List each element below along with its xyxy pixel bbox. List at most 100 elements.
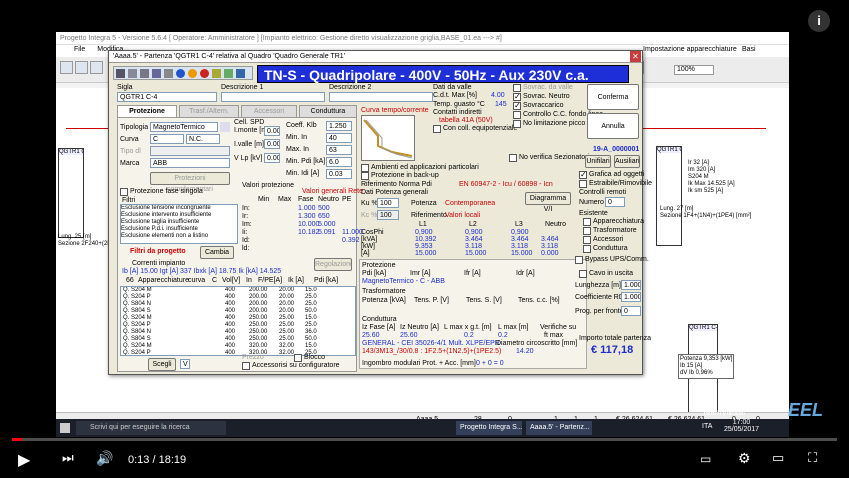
table-row[interactable]: Q. S804 N 400 200.00 20.00 25.0 — [121, 301, 355, 308]
stop-icon[interactable] — [200, 69, 209, 78]
new-icon[interactable] — [60, 61, 73, 74]
table-row[interactable]: Q. S804 S 400 200.00 20.00 50.0 — [121, 308, 355, 315]
help-icon[interactable] — [176, 69, 185, 78]
subtitles-icon[interactable]: ▭ — [700, 452, 711, 466]
cambia-button[interactable]: Cambia — [200, 246, 234, 259]
lmonte-input[interactable]: 0.00 — [264, 126, 280, 136]
coeff-input[interactable]: 1.250 — [326, 121, 352, 131]
lvalle-input[interactable]: 0.00 — [264, 139, 280, 149]
desc1-input[interactable] — [221, 92, 325, 102]
table-row[interactable]: Q. S204 P 400 250.00 25.00 25.0 — [121, 322, 355, 329]
list-item[interactable]: Esclusione tensione incongruente — [121, 205, 237, 212]
blocco-checkbox[interactable] — [294, 354, 302, 362]
unifilari-button[interactable]: Unifilari — [585, 155, 611, 168]
protezione-fase-checkbox[interactable] — [120, 188, 128, 196]
tab-protezione[interactable]: Protezione — [117, 105, 177, 117]
theater-mode-icon[interactable]: ▭ — [772, 450, 784, 466]
esistente-checkbox[interactable] — [583, 227, 591, 235]
table-row[interactable]: Q. S204 M 400 200.00 20.00 15.0 — [121, 287, 355, 294]
next-icon[interactable]: ⏭ — [62, 450, 74, 466]
ambienti-checkbox[interactable] — [361, 164, 369, 172]
taskbar-search-input[interactable]: Scrivi qui per eseguire la ricerca — [76, 421, 226, 435]
list-item[interactable]: Esclusione intervento insufficiente — [121, 212, 237, 219]
tab-conduttura[interactable]: Conduttura — [299, 105, 357, 117]
taskbar-app-dialog[interactable]: Aaaa.5' - Partenz... — [526, 421, 592, 435]
maxin-input[interactable]: 63 — [326, 145, 352, 155]
filtri-list[interactable]: Esclusione tensione incongruente Esclusi… — [120, 204, 238, 244]
conferma-button[interactable]: Conferma — [587, 84, 639, 110]
video-progress-bar[interactable] — [12, 438, 837, 441]
settings-gear-icon[interactable]: ⚙ — [738, 450, 751, 467]
sigla-input[interactable]: QGTR1 C-4 — [117, 92, 217, 102]
bypass-checkbox[interactable] — [575, 256, 583, 264]
table-row[interactable]: Q. S204 M 400 320.00 32.00 15.0 — [121, 343, 355, 350]
prog-fronte-input[interactable]: 0 — [621, 306, 641, 316]
dialog-close-button[interactable]: ✕ — [630, 51, 641, 62]
open-icon[interactable] — [75, 61, 88, 74]
tab-trasf[interactable]: Trasf./Altern. — [179, 105, 239, 117]
fullscreen-icon[interactable]: ⛶ — [808, 450, 817, 466]
volume-icon[interactable]: 🔊 — [96, 450, 113, 467]
zoom-field[interactable]: 100% — [674, 65, 714, 75]
backup-checkbox[interactable] — [361, 172, 369, 180]
esistente-checkbox[interactable] — [583, 245, 591, 253]
menu-basi[interactable]: Basi — [742, 46, 756, 53]
v-field[interactable]: V — [180, 359, 190, 369]
regolazioni-button[interactable]: Regolazioni — [314, 258, 352, 271]
vlv-input[interactable]: 0.00 — [264, 153, 280, 163]
list-item[interactable]: Esclusione elementi non a listino — [121, 233, 237, 240]
diagramma-button[interactable]: Diagramma V/I — [525, 192, 571, 213]
tool-icon[interactable] — [116, 69, 125, 78]
cavo-uscita-checkbox[interactable] — [579, 270, 587, 278]
tool-icon[interactable] — [152, 69, 161, 78]
tool-icon[interactable] — [236, 69, 245, 78]
tool-icon[interactable] — [212, 69, 221, 78]
windows-start-icon[interactable] — [60, 423, 70, 433]
kc-input[interactable]: 100 — [377, 210, 399, 220]
sovrac-valle-checkbox[interactable] — [513, 84, 521, 92]
table-row[interactable]: Q. S204 M 400 250.00 25.00 15.0 — [121, 315, 355, 322]
sovrac-neutro-checkbox[interactable] — [513, 92, 521, 101]
marca-select[interactable]: ABB — [150, 158, 230, 168]
lunghezza-input[interactable]: 1.000 — [621, 280, 641, 290]
play-icon[interactable]: ▶ — [18, 450, 30, 470]
grafica-checkbox[interactable] — [579, 170, 587, 179]
menu-file[interactable]: File — [74, 46, 85, 53]
accessori-cfg-checkbox[interactable] — [242, 362, 250, 370]
right-node-box[interactable]: QGTR1 C-5 — [656, 146, 682, 246]
list-item[interactable]: Esclusione taglia insufficiente — [121, 219, 237, 226]
estraibile-checkbox[interactable] — [579, 180, 587, 188]
tab-accessori[interactable]: Accessori — [241, 105, 297, 117]
controllo-cc-checkbox[interactable] — [513, 111, 521, 119]
left-node-box[interactable]: QGTR1 C-1 — [58, 148, 84, 238]
con-coll-checkbox[interactable] — [433, 125, 441, 133]
protezioni-button[interactable]: Protezioni complementari — [150, 172, 230, 193]
coeff-rdf-input[interactable]: 1.000 — [621, 292, 641, 302]
curva-select[interactable]: C — [150, 134, 184, 144]
ausiliari-button[interactable]: Ausiliari — [614, 155, 640, 168]
scegli-button[interactable]: Scegli — [148, 358, 176, 371]
warning-icon[interactable] — [188, 69, 197, 78]
desc2-input[interactable] — [329, 92, 433, 102]
minin-input[interactable]: 40 — [326, 133, 352, 143]
nc-select[interactable]: N.C. — [186, 134, 220, 144]
table-row[interactable]: Q. S804 N 400 250.00 25.00 36.0 — [121, 329, 355, 336]
tool-icon[interactable] — [140, 69, 149, 78]
no-verifica-checkbox[interactable] — [509, 154, 517, 162]
minidi-input[interactable]: 0.03 — [326, 169, 352, 179]
menu-impostazione[interactable]: Impostazione apparecchiature — [643, 46, 737, 53]
chevron-down-icon[interactable] — [220, 122, 230, 132]
minpdi-input[interactable]: 6.0 — [326, 157, 352, 167]
table-row[interactable]: Q. S204 P 400 200.00 20.00 25.0 — [121, 294, 355, 301]
tool-icon[interactable] — [164, 69, 173, 78]
tipo-dl-select[interactable] — [150, 146, 230, 156]
taskbar-app-integra[interactable]: Progetto Integra S... — [456, 421, 522, 435]
esistente-checkbox[interactable] — [583, 218, 591, 226]
apparecchiature-list[interactable]: Q. S204 M 400 200.00 20.00 15.0 Q. S204 P 400 2… — [120, 286, 356, 356]
tool-icon[interactable] — [224, 69, 233, 78]
taskbar-lang[interactable]: ITA — [702, 423, 712, 430]
sovraccarico-checkbox[interactable] — [513, 101, 521, 110]
table-row[interactable]: Q. S804 S 400 250.00 25.00 50.0 — [121, 336, 355, 343]
ku-input[interactable]: 100 — [377, 198, 399, 208]
info-icon[interactable]: i — [808, 10, 830, 32]
